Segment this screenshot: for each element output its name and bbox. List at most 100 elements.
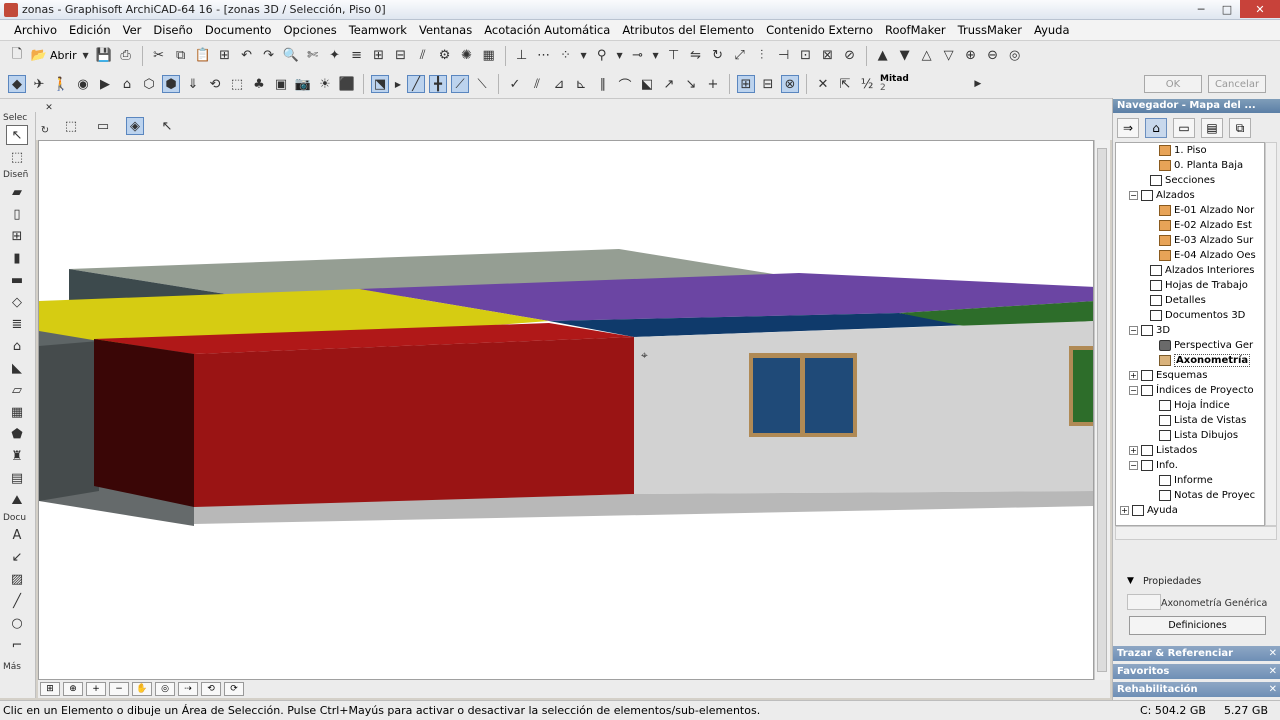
- label-tool-icon[interactable]: ↙: [6, 547, 28, 567]
- tree-expander-icon[interactable]: −: [1129, 326, 1138, 335]
- beam-tool-icon[interactable]: ▬: [6, 270, 28, 290]
- tree-item[interactable]: Informe: [1116, 473, 1264, 488]
- previous-zoom-icon[interactable]: ⟲: [201, 682, 221, 696]
- drag-copy-icon[interactable]: ⊡: [797, 47, 815, 65]
- cancel-button[interactable]: Cancelar: [1208, 75, 1266, 93]
- bisect-icon[interactable]: ⊾: [572, 75, 590, 93]
- zone-tool-icon[interactable]: ▤: [6, 468, 28, 488]
- panel-rehabilitacion-close-icon[interactable]: ✕: [1269, 682, 1277, 697]
- menu-ventanas[interactable]: Ventanas: [413, 23, 478, 37]
- parallel-icon[interactable]: ∥: [594, 75, 612, 93]
- line-tool-icon-box[interactable]: ╱: [6, 591, 28, 611]
- rotate-view-icon[interactable]: ⟲: [206, 75, 224, 93]
- frame-icon[interactable]: ⬚: [228, 75, 246, 93]
- find-select-icon[interactable]: 🔍: [282, 47, 300, 65]
- project-map-icon[interactable]: ⌂: [1145, 118, 1167, 138]
- stretch-icon[interactable]: ⤢: [731, 47, 749, 65]
- pointer-icon[interactable]: ↖: [158, 117, 176, 135]
- color-icon[interactable]: ⬛: [338, 75, 356, 93]
- tree-expander-icon[interactable]: [1138, 296, 1147, 305]
- rotate-icon[interactable]: ↻: [709, 47, 727, 65]
- cross-snap-icon[interactable]: ✕: [814, 75, 832, 93]
- plane-icon[interactable]: ⬕: [638, 75, 656, 93]
- cutting-plane-icon[interactable]: ⬡: [140, 75, 158, 93]
- offset-vector-icon[interactable]: ↘: [682, 75, 700, 93]
- ungroup-icon[interactable]: ⊖: [984, 47, 1002, 65]
- tree-expander-icon[interactable]: −: [1129, 461, 1138, 470]
- tree-item[interactable]: − Índices de Proyecto: [1116, 383, 1264, 398]
- tree-item[interactable]: + Listados: [1116, 443, 1264, 458]
- check-icon[interactable]: ✓: [506, 75, 524, 93]
- menu-diseno[interactable]: Diseño: [147, 23, 198, 37]
- curtain-wall-tool-icon[interactable]: ▦: [6, 402, 28, 422]
- tree-expander-icon[interactable]: [1147, 146, 1156, 155]
- 3d-viewport[interactable]: ⌖: [38, 140, 1094, 680]
- line-tool-icon[interactable]: ╱: [407, 75, 425, 93]
- tree-expander-icon[interactable]: [1147, 491, 1156, 500]
- navigator-menu-icon[interactable]: ⇒: [1117, 118, 1139, 138]
- tree-item[interactable]: Notas de Proyec: [1116, 488, 1264, 503]
- split-icon[interactable]: ⊣: [775, 47, 793, 65]
- distribute-icon[interactable]: ⋯: [535, 47, 553, 65]
- close-button[interactable]: ✕: [1240, 0, 1280, 18]
- fill-icon[interactable]: ▦: [480, 47, 498, 65]
- render-icon[interactable]: ▣: [272, 75, 290, 93]
- fill-tool-icon[interactable]: ▨: [6, 569, 28, 589]
- view-map-icon[interactable]: ▭: [1173, 118, 1195, 138]
- tree-item[interactable]: Detalles: [1116, 293, 1264, 308]
- offset-icon[interactable]: ⫶: [753, 47, 771, 65]
- eraser-icon[interactable]: ◈: [126, 117, 144, 135]
- tree-item[interactable]: − 3D: [1116, 323, 1264, 338]
- tree-expander-icon[interactable]: [1138, 281, 1147, 290]
- info-close-icon[interactable]: ✕: [40, 99, 58, 117]
- tree-expander-icon[interactable]: +: [1120, 506, 1129, 515]
- snap-dropdown-icon[interactable]: ▼: [579, 47, 589, 65]
- new-file-icon[interactable]: 🗋: [8, 47, 26, 65]
- half-label[interactable]: Mitad 2: [880, 75, 909, 93]
- trim-icon[interactable]: ⊘: [841, 47, 859, 65]
- viewport-vertical-scrollbar[interactable]: [1094, 140, 1110, 680]
- house-view-icon[interactable]: ⌂: [118, 75, 136, 93]
- snap-points-icon[interactable]: ⊞: [737, 75, 755, 93]
- elevation-icon[interactable]: ⊤: [665, 47, 683, 65]
- snap-icon[interactable]: ⁘: [557, 47, 575, 65]
- menu-acotacion[interactable]: Acotación Automática: [478, 23, 616, 37]
- marquee-icon[interactable]: ⬚: [62, 117, 80, 135]
- tree-item[interactable]: − Info.: [1116, 458, 1264, 473]
- tree-expander-icon[interactable]: [1147, 161, 1156, 170]
- orbit-icon[interactable]: ◉: [74, 75, 92, 93]
- tree-item[interactable]: Perspectiva Ger: [1116, 338, 1264, 353]
- tree-expander-icon[interactable]: [1138, 311, 1147, 320]
- tree-item[interactable]: Lista Dibujos: [1116, 428, 1264, 443]
- guide-line-icon[interactable]: ⟍: [473, 75, 491, 93]
- panel-favoritos[interactable]: Favoritos ✕: [1113, 664, 1280, 679]
- menu-archivo[interactable]: Archivo: [8, 23, 63, 37]
- grid-snap-icon[interactable]: ╋: [429, 75, 447, 93]
- info-refresh-icon[interactable]: ↻: [36, 121, 54, 139]
- print-icon[interactable]: ⎙: [117, 47, 135, 65]
- tree-item[interactable]: + Esquemas: [1116, 368, 1264, 383]
- zoom-out-icon[interactable]: −: [109, 682, 129, 696]
- sun-icon[interactable]: ☀: [316, 75, 334, 93]
- tree-item[interactable]: E-01 Alzado Nor: [1116, 203, 1264, 218]
- walk-nav-icon[interactable]: ⇢: [178, 682, 198, 696]
- tangent-icon[interactable]: ⌒: [616, 75, 634, 94]
- syringe-icon[interactable]: ⊸: [629, 47, 647, 65]
- stair-icon[interactable]: ⫽: [414, 47, 432, 65]
- tree-item[interactable]: Secciones: [1116, 173, 1264, 188]
- panel-trazar[interactable]: Trazar & Referenciar ✕: [1113, 646, 1280, 661]
- open-label[interactable]: Abrir: [50, 49, 77, 62]
- arrow-tool-icon[interactable]: ↖: [6, 125, 28, 145]
- front-arrow-icon[interactable]: △: [918, 47, 936, 65]
- tree-expander-icon[interactable]: [1147, 476, 1156, 485]
- publish-icon[interactable]: ⊞: [216, 47, 234, 65]
- half-snap-icon[interactable]: ½: [858, 75, 876, 93]
- walk-icon[interactable]: 🚶: [52, 75, 70, 93]
- tree-expander-icon[interactable]: [1138, 266, 1147, 275]
- lamp-icon[interactable]: ✺: [458, 47, 476, 65]
- properties-collapse-icon[interactable]: ▼: [1127, 576, 1134, 586]
- ruler-icon[interactable]: ⊟: [392, 47, 410, 65]
- roof-tool-icon[interactable]: ⌂: [6, 336, 28, 356]
- scissors-icon[interactable]: ✄: [304, 47, 322, 65]
- tree-expander-icon[interactable]: [1147, 431, 1156, 440]
